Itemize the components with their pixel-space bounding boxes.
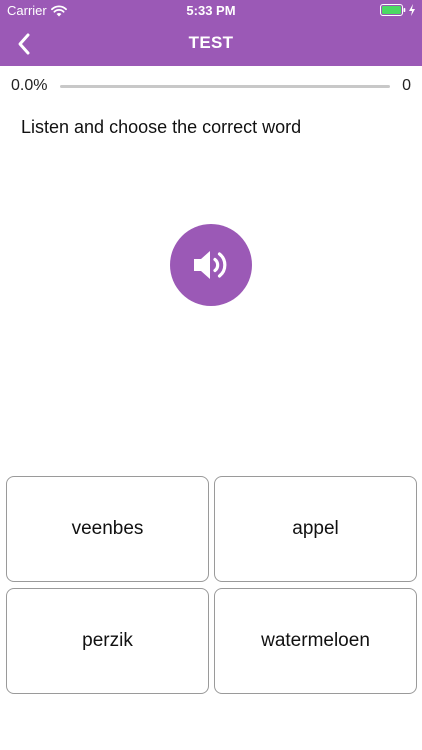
test-screen: Carrier 5:33 PM TEST 0.0% 0 Listen and c…	[0, 0, 422, 750]
nav-bar: TEST	[0, 22, 422, 66]
status-time: 5:33 PM	[186, 3, 236, 18]
answer-button-2[interactable]: appel	[214, 476, 417, 582]
progress-row: 0.0% 0	[0, 74, 422, 98]
answer-grid: veenbes appel perzik watermeloen	[6, 476, 417, 694]
speaker-icon	[194, 251, 227, 279]
answer-button-4[interactable]: watermeloen	[214, 588, 417, 694]
header: Carrier 5:33 PM TEST	[0, 0, 422, 66]
progress-bar	[60, 85, 390, 88]
charging-bolt-icon	[409, 4, 415, 16]
answer-button-1[interactable]: veenbes	[6, 476, 209, 582]
progress-percent: 0.0%	[11, 77, 48, 94]
progress-count: 0	[402, 77, 411, 94]
instruction-text: Listen and choose the correct word	[21, 117, 302, 137]
status-bar: Carrier 5:33 PM	[0, 0, 422, 22]
battery-group	[380, 4, 416, 16]
page-title: TEST	[188, 33, 234, 52]
battery-icon	[380, 4, 406, 16]
answer-button-3[interactable]: perzik	[6, 588, 209, 694]
play-audio-button[interactable]	[170, 224, 252, 306]
